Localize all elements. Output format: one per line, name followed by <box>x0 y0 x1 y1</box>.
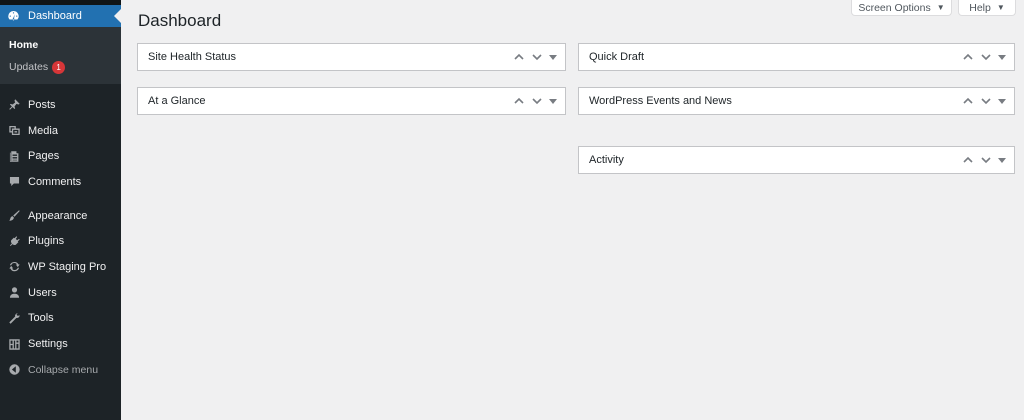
collapse-menu-button[interactable]: Collapse menu <box>0 357 121 383</box>
help-button[interactable]: Help ▼ <box>958 0 1016 16</box>
widget-site-health-status: Site Health Status <box>137 43 566 71</box>
submenu-item-home[interactable]: Home <box>0 34 121 56</box>
help-label: Help <box>969 1 991 14</box>
collapse-arrow-icon <box>7 363 21 377</box>
sidebar-item-users[interactable]: Users <box>0 280 121 306</box>
sidebar-item-label: Plugins <box>28 235 65 248</box>
sidebar-item-appearance[interactable]: Appearance <box>0 203 121 229</box>
wrench-icon <box>7 311 21 325</box>
dashboard-icon <box>7 9 21 23</box>
move-up-icon[interactable] <box>513 51 525 63</box>
toggle-panel-icon[interactable] <box>998 97 1006 105</box>
move-down-icon[interactable] <box>531 95 543 107</box>
screen-options-label: Screen Options <box>858 1 931 14</box>
caret-down-icon: ▼ <box>936 3 945 12</box>
move-up-icon[interactable] <box>962 95 974 107</box>
submenu-label: Updates <box>9 61 49 73</box>
move-up-icon[interactable] <box>513 95 525 107</box>
sidebar-item-pages[interactable]: Pages <box>0 143 121 169</box>
sidebar-item-label: Users <box>28 286 57 299</box>
caret-down-icon: ▼ <box>996 3 1005 12</box>
sidebar-item-dashboard[interactable]: Dashboard <box>0 5 121 27</box>
media-icon <box>7 124 21 138</box>
sidebar-item-label: Comments <box>28 175 82 188</box>
toggle-panel-icon[interactable] <box>549 97 557 105</box>
settings-icon <box>7 337 21 351</box>
toggle-panel-icon[interactable] <box>998 156 1006 164</box>
sidebar-item-label: Media <box>28 124 58 137</box>
widget-title: Site Health Status <box>148 51 237 63</box>
sidebar-item-settings[interactable]: Settings <box>0 331 121 357</box>
submenu-label: Home <box>9 39 39 51</box>
toggle-panel-icon[interactable] <box>549 53 557 61</box>
sidebar-item-label: Settings <box>28 338 68 351</box>
sidebar-item-label: Pages <box>28 150 60 163</box>
move-up-icon[interactable] <box>962 154 974 166</box>
plug-icon <box>7 234 21 248</box>
comment-icon <box>7 175 21 189</box>
widget-title: WordPress Events and News <box>589 95 732 107</box>
sync-icon <box>7 260 21 274</box>
widget-title: Activity <box>589 154 624 166</box>
move-down-icon[interactable] <box>980 51 992 63</box>
sidebar-item-posts[interactable]: Posts <box>0 92 121 118</box>
sidebar-item-label: Dashboard <box>28 10 82 22</box>
widget-title: Quick Draft <box>589 51 645 63</box>
widget-activity: Activity <box>578 146 1015 174</box>
move-up-icon[interactable] <box>962 51 974 63</box>
submenu-item-updates[interactable]: Updates 1 <box>0 56 121 78</box>
dashboard-submenu: Home Updates 1 <box>0 27 121 84</box>
widget-at-a-glance: At a Glance <box>137 87 566 115</box>
widget-wordpress-events-and-news: WordPress Events and News <box>578 87 1015 115</box>
page-title: Dashboard <box>138 11 222 30</box>
toggle-panel-icon[interactable] <box>998 53 1006 61</box>
pages-icon <box>7 149 21 163</box>
widget-title: At a Glance <box>148 95 206 107</box>
move-down-icon[interactable] <box>980 154 992 166</box>
updates-count-badge: 1 <box>52 60 66 74</box>
screen-options-button[interactable]: Screen Options ▼ <box>851 0 952 16</box>
sidebar-item-plugins[interactable]: Plugins <box>0 228 121 254</box>
admin-sidebar: Dashboard Home Updates 1 Posts Media Pag… <box>0 0 121 420</box>
pushpin-icon <box>7 98 21 112</box>
sidebar-item-label: Appearance <box>28 209 88 222</box>
sidebar-item-label: WP Staging Pro <box>28 260 107 273</box>
sidebar-item-media[interactable]: Media <box>0 118 121 144</box>
widget-quick-draft: Quick Draft <box>578 43 1015 71</box>
sidebar-item-label: Tools <box>28 312 54 325</box>
move-down-icon[interactable] <box>980 95 992 107</box>
sidebar-item-tools[interactable]: Tools <box>0 306 121 332</box>
collapse-menu-label: Collapse menu <box>28 363 99 376</box>
sidebar-item-wp-staging-pro[interactable]: WP Staging Pro <box>0 254 121 280</box>
sidebar-item-label: Posts <box>28 98 56 111</box>
sidebar-item-comments[interactable]: Comments <box>0 169 121 195</box>
user-icon <box>7 286 21 300</box>
move-down-icon[interactable] <box>531 51 543 63</box>
paintbrush-icon <box>7 209 21 223</box>
